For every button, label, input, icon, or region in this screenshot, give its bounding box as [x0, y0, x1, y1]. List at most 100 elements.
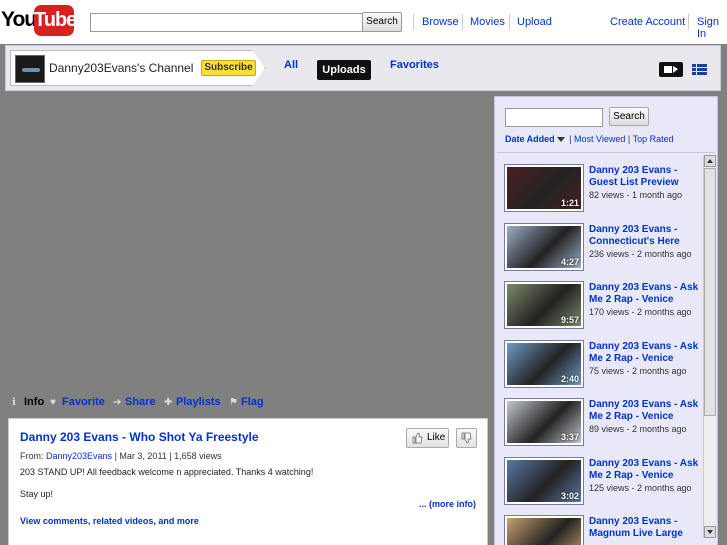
video-list: 1:21 Danny 203 Evans - Guest List Preview…: [495, 155, 717, 545]
nav-divider: [462, 14, 463, 30]
tab-info[interactable]: ℹ Info: [12, 396, 44, 408]
video-player[interactable]: [7, 96, 488, 384]
video-title-link[interactable]: Danny 203 Evans - Ask Me 2 Rap - Venice: [589, 282, 704, 306]
nav-divider: [688, 14, 689, 30]
list-item[interactable]: 3:37 Danny 203 Evans - Ask Me 2 Rap - Ven…: [504, 398, 704, 450]
video-thumbnail[interactable]: 3:37: [504, 398, 584, 446]
video-meta: 75 views - 2 months ago: [589, 365, 687, 376]
more-info-link[interactable]: ... (more info): [419, 499, 476, 509]
tab-playlists[interactable]: ✚ Playlists: [164, 396, 221, 408]
video-duration: 3:37: [560, 432, 579, 442]
grid-view-icon[interactable]: [692, 64, 707, 75]
nav-divider: [413, 14, 414, 30]
description-line: Stay up!: [20, 489, 54, 499]
from-label: From:: [20, 451, 44, 461]
tab-favorite-label: Favorite: [62, 396, 105, 408]
thumbs-up-icon: [412, 432, 423, 444]
nav-browse-link[interactable]: Browse: [422, 16, 459, 28]
thumbnail-image: 2:40: [507, 342, 581, 385]
uploader-link[interactable]: Danny203Evans: [46, 451, 112, 461]
video-duration: 1:21: [560, 198, 579, 208]
thumbnail-image: [507, 518, 581, 545]
video-thumbnail[interactable]: 4:27: [504, 222, 584, 271]
create-account-link[interactable]: Create Account: [610, 16, 685, 28]
channel-name[interactable]: Danny203Evans's Channel: [49, 61, 193, 75]
upload-date: Mar 3, 2011: [119, 451, 167, 461]
sort-date-added[interactable]: Date Added: [505, 134, 555, 144]
video-meta: 236 views - 2 months ago: [589, 248, 692, 259]
list-item[interactable]: 4:27 Danny 203 Evans - Connecticut's Here…: [504, 222, 704, 275]
tab-playlists-label: Playlists: [176, 396, 221, 408]
list-scrollbar[interactable]: [703, 155, 716, 538]
list-item[interactable]: 9:57 Danny 203 Evans - Ask Me 2 Rap - Ven…: [504, 281, 704, 333]
video-thumbnail[interactable]: 3:02: [504, 456, 584, 505]
dislike-button[interactable]: [456, 428, 477, 448]
sign-in-link[interactable]: Sign In: [697, 16, 727, 40]
like-button[interactable]: Like: [406, 428, 449, 448]
video-meta: 82 views - 1 month ago: [589, 190, 683, 200]
scroll-down-arrow-icon[interactable]: [704, 526, 716, 538]
search-input[interactable]: [90, 13, 363, 32]
video-thumbnail[interactable]: [504, 515, 584, 545]
flag-icon: ⚑: [229, 397, 238, 408]
scroll-up-arrow-icon[interactable]: [704, 155, 716, 167]
channel-header: Danny203Evans's Channel Subscribe All Up…: [5, 45, 721, 91]
like-label: Like: [427, 432, 446, 443]
view-comments-link[interactable]: View comments, related videos, and more: [20, 516, 199, 526]
video-title-link[interactable]: Danny 203 Evans - Connecticut's Here: [589, 224, 704, 248]
list-item[interactable]: 2:40 Danny 203 Evans - Ask Me 2 Rap - Ven…: [504, 339, 704, 392]
video-title-link[interactable]: Danny 203 Evans - Ask Me 2 Rap - Venice: [589, 458, 704, 482]
chevron-down-icon[interactable]: [556, 136, 565, 142]
video-action-tabs: ℹ Info ♥ Favorite ➔ Share ✚ Playlists ⚑ Flag: [7, 392, 488, 414]
video-thumbnail[interactable]: 9:57: [504, 281, 584, 329]
thumbnail-image: 4:27: [507, 225, 581, 268]
subscribe-button[interactable]: Subscribe: [201, 60, 256, 76]
view-count: 1,658 views: [174, 451, 222, 461]
nav-upload-link[interactable]: Upload: [517, 16, 552, 28]
video-title-link[interactable]: Danny 203 Evans - Ask Me 2 Rap - Venice: [589, 341, 704, 365]
video-thumbnail[interactable]: 2:40: [504, 339, 584, 388]
share-arrow-icon: ➔: [113, 397, 122, 408]
thumbnail-image: 3:37: [507, 401, 581, 443]
sort-most-viewed[interactable]: Most Viewed: [574, 134, 625, 144]
search-button[interactable]: Search: [362, 12, 402, 32]
video-title[interactable]: Danny 203 Evans - Who Shot Ya Freestyle: [20, 430, 259, 444]
video-duration: 2:40: [560, 373, 579, 384]
list-item[interactable]: 3:02 Danny 203 Evans - Ask Me 2 Rap - Ven…: [504, 456, 704, 509]
upload-info: From: Danny203Evans | Mar 3, 2011 | 1,65…: [20, 451, 222, 461]
video-meta: 170 views - 2 months ago: [589, 307, 692, 317]
tab-favorite[interactable]: ♥ Favorite: [50, 396, 105, 408]
channel-badge: Danny203Evans's Channel Subscribe: [10, 50, 265, 86]
player-view-icon[interactable]: [659, 62, 683, 77]
list-item[interactable]: 1:21 Danny 203 Evans - Guest List Preview…: [504, 164, 704, 216]
tab-share-label: Share: [125, 396, 156, 408]
divider: [497, 152, 715, 153]
info-icon: ℹ: [12, 397, 16, 408]
tab-flag-label: Flag: [241, 396, 264, 408]
nav-divider: [509, 14, 510, 30]
top-bar: You Tube Search Browse Movies Upload Cre…: [0, 0, 727, 44]
tab-share[interactable]: ➔ Share: [113, 396, 156, 408]
tab-flag[interactable]: ⚑ Flag: [229, 396, 264, 408]
video-title-link[interactable]: Danny 203 Evans - Guest List Preview: [589, 165, 704, 189]
uploads-panel: Search Date Added | Most Viewed | Top Ra…: [494, 96, 718, 545]
tab-all[interactable]: All: [284, 59, 298, 71]
video-title-link[interactable]: Danny 203 Evans - Magnum Live Large: [589, 516, 704, 540]
plus-icon: ✚: [164, 397, 173, 408]
video-thumbnail[interactable]: 1:21: [504, 164, 584, 212]
video-duration: 3:02: [560, 490, 579, 501]
sort-top-rated[interactable]: Top Rated: [633, 134, 674, 144]
thumbnail-image: 9:57: [507, 284, 581, 326]
tab-uploads[interactable]: Uploads: [317, 60, 371, 80]
channel-search-button[interactable]: Search: [609, 107, 649, 126]
video-title-link[interactable]: Danny 203 Evans - Ask Me 2 Rap - Venice: [589, 399, 704, 423]
tab-info-label: Info: [24, 396, 45, 408]
video-meta: 89 views - 2 months ago: [589, 424, 687, 434]
youtube-logo[interactable]: You Tube: [1, 5, 77, 37]
tab-favorites[interactable]: Favorites: [390, 59, 439, 71]
channel-search-input[interactable]: [505, 108, 603, 127]
nav-movies-link[interactable]: Movies: [470, 16, 505, 28]
channel-avatar[interactable]: [15, 55, 45, 83]
scroll-thumb[interactable]: [704, 168, 716, 416]
list-item[interactable]: Danny 203 Evans - Magnum Live Large: [504, 515, 704, 545]
